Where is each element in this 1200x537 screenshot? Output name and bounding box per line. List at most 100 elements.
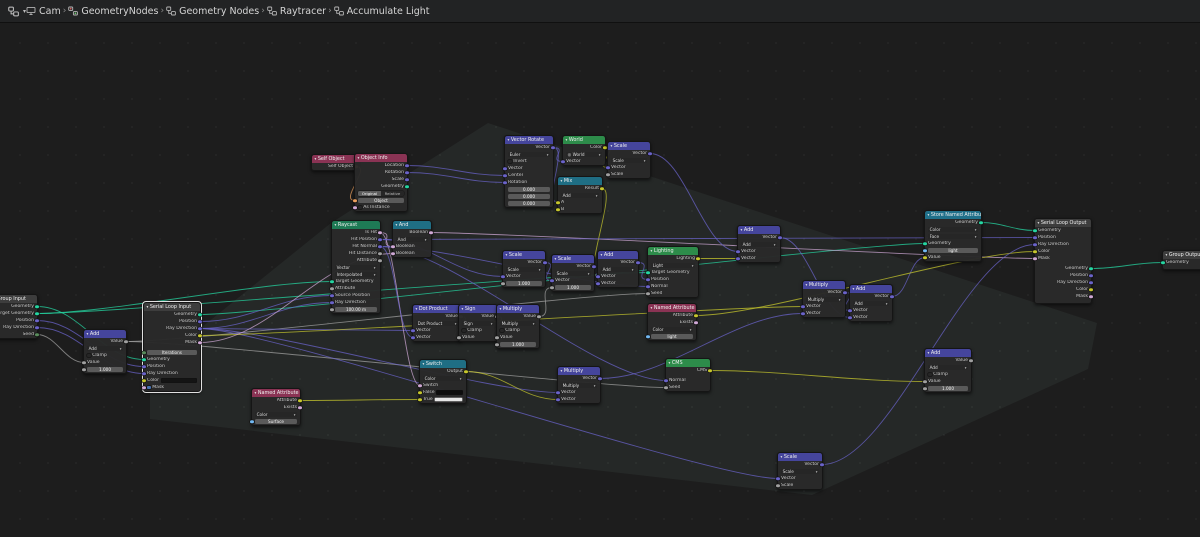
node-sw[interactable]: ▾ Switch Output Color ▾ Switch False True bbox=[418, 359, 468, 404]
node-sc1[interactable]: ▾ Scale Vector Scale ▾ Vector 1.000 bbox=[501, 250, 547, 288]
output-socket-geometry[interactable] bbox=[979, 220, 983, 225]
input-socket-geometry[interactable] bbox=[923, 241, 927, 246]
collapse-icon[interactable]: ▾ bbox=[1166, 253, 1168, 257]
output-socket-geometry[interactable] bbox=[198, 312, 202, 317]
dropdown-add[interactable]: Add ▾ bbox=[928, 364, 968, 371]
output-socket-location[interactable] bbox=[405, 163, 409, 168]
input-socket-switch[interactable] bbox=[418, 383, 422, 388]
input-socket-vector[interactable] bbox=[503, 166, 507, 171]
input-socket[interactable] bbox=[142, 350, 146, 355]
node-scT[interactable]: ▾ Scale Vector Scale ▾ Vector Scale bbox=[606, 141, 652, 179]
value-field[interactable]: 1.000 bbox=[500, 341, 536, 348]
output-socket-vector[interactable] bbox=[648, 151, 652, 156]
collapse-icon[interactable]: ▾ bbox=[423, 362, 425, 366]
input-socket-normal[interactable] bbox=[646, 284, 650, 289]
node-sg[interactable]: ▾ Sign Value Sign ▾ Clamp Value bbox=[457, 304, 499, 342]
input-socket[interactable] bbox=[550, 285, 554, 290]
dropdown-add[interactable]: Add ▾ bbox=[741, 241, 777, 248]
output-socket-rotation[interactable] bbox=[405, 170, 409, 175]
input-socket[interactable] bbox=[250, 419, 254, 424]
input-socket-vector[interactable] bbox=[801, 311, 805, 316]
dropdown-vector[interactable]: Vector ▾ bbox=[335, 264, 377, 271]
checkbox[interactable] bbox=[508, 159, 512, 164]
node-mixT[interactable]: ▾ Mix Result Add ▾ A B bbox=[556, 176, 604, 214]
breadcrumb-accumulate-light[interactable]: Accumulate Light bbox=[333, 6, 430, 17]
dropdown-multiply[interactable]: Multiply ▾ bbox=[561, 382, 597, 389]
output-socket-vector[interactable] bbox=[598, 376, 602, 381]
output-socket-vector[interactable] bbox=[551, 145, 555, 150]
collapse-icon[interactable]: ▾ bbox=[561, 179, 563, 183]
input-socket-value[interactable] bbox=[923, 255, 927, 260]
value-field[interactable]: Iterations bbox=[147, 349, 197, 356]
node-header[interactable]: ▾ Add bbox=[850, 285, 892, 293]
output-socket-lighting[interactable] bbox=[696, 256, 700, 261]
node-header[interactable]: ▾ Vector Rotate bbox=[505, 136, 553, 144]
input-socket-rotation[interactable] bbox=[503, 180, 507, 185]
input-socket-a[interactable] bbox=[556, 200, 560, 205]
dropdown-light[interactable]: Light ▾ bbox=[651, 262, 695, 269]
node-nas[interactable]: ▾ Named Attribute Attribute Exists Color ▾ Sur… bbox=[250, 388, 302, 426]
color-swatch[interactable] bbox=[436, 390, 463, 395]
node-addBR[interactable]: ▾ Add Value Add ▾ Clamp Value 1.000 bbox=[923, 348, 973, 393]
dropdown-euler[interactable]: Euler ▾ bbox=[508, 151, 550, 158]
node-header[interactable]: ▾ Multiply bbox=[803, 281, 845, 289]
node-muV[interactable]: ▾ Multiply Vector Multiply ▾ Vector Vector bbox=[556, 366, 602, 404]
dropdown-scale[interactable]: Scale ▾ bbox=[781, 468, 819, 475]
checkbox[interactable] bbox=[87, 353, 91, 358]
collapse-icon[interactable]: ▾ bbox=[462, 307, 464, 311]
output-socket-position[interactable] bbox=[1089, 273, 1093, 278]
input-socket-vector[interactable] bbox=[501, 274, 505, 279]
collapse-icon[interactable]: ▾ bbox=[928, 351, 930, 355]
input-socket-color[interactable] bbox=[1033, 249, 1037, 254]
dropdown-multiply[interactable]: Multiply ▾ bbox=[500, 320, 536, 327]
dropdown-color[interactable]: Color ▾ bbox=[423, 375, 463, 382]
output-socket-value[interactable] bbox=[969, 358, 973, 363]
node-header[interactable]: ▾ Add bbox=[925, 349, 971, 357]
collapse-icon[interactable]: ▾ bbox=[806, 283, 808, 287]
dropdown-sign[interactable]: Sign ▾ bbox=[462, 320, 494, 327]
value-field[interactable]: 1.000 bbox=[87, 366, 123, 373]
input-socket-geometry[interactable] bbox=[1033, 228, 1037, 233]
dropdown-scale[interactable]: Scale ▾ bbox=[506, 266, 542, 273]
node-header[interactable]: ▾ Group Output bbox=[1163, 251, 1200, 259]
node-gi[interactable]: ▾Group InputGeometry Target Geometry Posit… bbox=[0, 294, 39, 339]
input-socket-vector[interactable] bbox=[550, 278, 554, 283]
input-socket-value[interactable] bbox=[82, 360, 86, 365]
input-socket-geometry[interactable] bbox=[1161, 260, 1165, 265]
node-header[interactable]: ▾ Sign bbox=[459, 305, 497, 313]
node-oi[interactable]: ▾ Object Info Location Rotation Scale Geometr… bbox=[353, 153, 409, 212]
node-addM[interactable]: ▾ Add Vector Add ▾ Vector Vector bbox=[596, 250, 640, 288]
input-socket-source-position[interactable] bbox=[330, 293, 334, 298]
node-header[interactable]: ▾ Object Info bbox=[355, 154, 407, 162]
collapse-icon[interactable]: ▾ bbox=[611, 144, 613, 148]
input-socket-vector[interactable] bbox=[556, 397, 560, 402]
node-header[interactable]: ▾ Named Attribute bbox=[252, 389, 300, 397]
input-socket-attribute[interactable] bbox=[330, 286, 334, 291]
collapse-icon[interactable]: ▾ bbox=[335, 223, 337, 227]
output-socket-vector[interactable] bbox=[592, 264, 596, 269]
value-field[interactable]: Object bbox=[358, 197, 404, 204]
node-addR2[interactable]: ▾ Add Vector Add ▾ Vector Vector bbox=[848, 284, 894, 322]
node-header[interactable]: ▾ World bbox=[563, 136, 605, 144]
dropdown-scale[interactable]: Scale ▾ bbox=[611, 157, 647, 164]
input-socket-position[interactable] bbox=[1033, 235, 1037, 240]
collapse-icon[interactable]: ▾ bbox=[669, 361, 671, 365]
output-socket-exists[interactable] bbox=[298, 405, 302, 410]
collapse-icon[interactable]: ▾ bbox=[781, 455, 783, 459]
editor-type-button[interactable]: ▾ bbox=[8, 6, 26, 17]
output-socket-attribute[interactable] bbox=[298, 398, 302, 403]
output-socket-ray-direction[interactable] bbox=[198, 326, 202, 331]
node-nal[interactable]: ▾ Named Attribute Attribute Exists Color ▾ lig… bbox=[646, 303, 698, 341]
value-field[interactable]: light bbox=[928, 247, 978, 254]
input-socket[interactable] bbox=[646, 334, 650, 339]
input-socket-mask[interactable] bbox=[142, 385, 146, 390]
value-field[interactable]: 1.000 bbox=[555, 284, 591, 291]
collapse-icon[interactable]: ▾ bbox=[741, 228, 743, 232]
input-socket-value[interactable] bbox=[457, 335, 461, 340]
output-socket-exists[interactable] bbox=[694, 320, 698, 325]
output-socket-ray-direction[interactable] bbox=[1089, 280, 1093, 285]
output-socket-attribute[interactable] bbox=[378, 258, 382, 263]
node-so[interactable]: ▾ Self Object Self Object bbox=[311, 154, 358, 171]
output-socket-position[interactable] bbox=[35, 318, 39, 323]
dropdown-color[interactable]: Color ▾ bbox=[928, 226, 978, 233]
